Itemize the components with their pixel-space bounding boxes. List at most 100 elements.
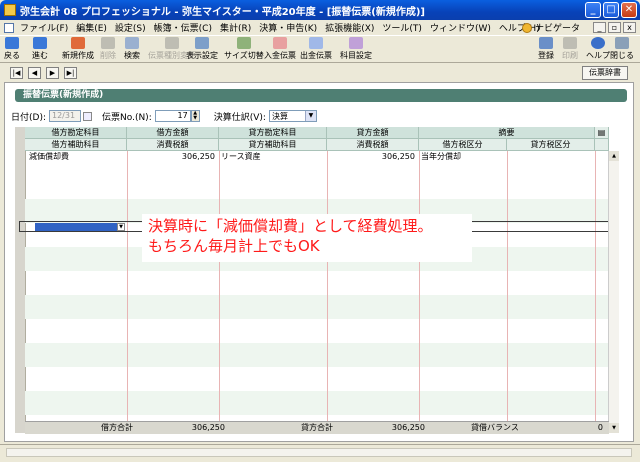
window-controls: _ □ ✕ (585, 2, 637, 18)
col-debit-tax-class: 借方税区分 (419, 139, 507, 151)
menu-window[interactable]: ウィンドウ(W) (426, 21, 495, 34)
display-settings-icon (195, 37, 209, 49)
menu-extensions[interactable]: 拡張機能(X) (321, 21, 378, 34)
menu-books[interactable]: 帳簿・伝票(C) (150, 21, 216, 34)
close-doc-button[interactable]: 閉じる (610, 37, 634, 61)
size-toggle-button[interactable]: サイズ切替 (224, 37, 264, 61)
app-icon (4, 4, 16, 16)
deposit-slip-button[interactable]: 入金伝票 (264, 37, 296, 61)
next-record-button[interactable]: ▶ (46, 67, 59, 79)
col-credit-tax: 消費税額 (327, 139, 419, 151)
maximize-button[interactable]: □ (603, 2, 619, 18)
journal-grid: 借方勘定科目 借方金額 貸方勘定科目 貸方金額 摘要 ▤ 借方補助科目 消費税額… (15, 127, 619, 434)
last-record-button[interactable]: ▶| (64, 67, 77, 79)
menu-edit[interactable]: 編集(E) (72, 21, 111, 34)
child-close-button[interactable]: x (623, 22, 636, 33)
display-settings-button[interactable]: 表示設定 (186, 37, 218, 61)
search-icon (125, 37, 139, 49)
child-minimize-button[interactable]: _ (593, 22, 606, 33)
prev-record-button[interactable]: ◀ (28, 67, 41, 79)
back-arrow-icon (5, 37, 19, 49)
closing-entry-value: 決算 (271, 111, 288, 121)
account-settings-button[interactable]: 科目設定 (340, 37, 372, 61)
delete-button[interactable]: 削除 (100, 37, 116, 61)
toolbar: 戻る 進む 新規作成 削除 検索 伝票種別変更 表示設定 サイズ切替 入金伝票 … (0, 35, 640, 63)
closing-entry-label: 決算仕訳(V): (213, 112, 266, 123)
credit-total-value: 306,250 (391, 423, 425, 432)
document-area: 振替伝票(新規作成) 日付(D): 12/31 伝票No.(N): 17 ▲ ▼ … (4, 82, 634, 442)
credit-amount-cell[interactable]: 306,250 (327, 151, 415, 163)
grid-header-row1: 借方勘定科目 借方金額 貸方勘定科目 貸方金額 摘要 ▤ (25, 127, 609, 139)
debit-amount-cell[interactable]: 306,250 (127, 151, 215, 163)
chevron-down-icon[interactable]: ▼ (117, 223, 125, 231)
date-field[interactable]: 12/31 (49, 110, 81, 122)
register-button[interactable]: 登録 (538, 37, 554, 61)
menu-settings[interactable]: 設定(S) (111, 21, 150, 34)
col-memo: 摘要 (419, 127, 595, 139)
debit-account-cell[interactable]: 減価償却費 (29, 151, 69, 163)
slip-dictionary-button[interactable]: 伝票辞書 (582, 66, 628, 80)
scroll-up-icon[interactable]: ▲ (609, 151, 619, 161)
totals-row: 借方合計 306,250 貸方合計 306,250 貸借バランス 0 (25, 421, 609, 434)
payment-slip-button[interactable]: 出金伝票 (300, 37, 332, 61)
forward-arrow-icon (33, 37, 47, 49)
slip-no-spinner[interactable]: ▲ ▼ (190, 110, 200, 122)
date-label: 日付(D): (11, 112, 46, 123)
document-icon[interactable] (4, 22, 14, 33)
record-navigation: |◀ ◀ ▶ ▶| 伝票辞書 (0, 63, 640, 82)
row-header-column (15, 127, 26, 433)
print-icon (563, 37, 577, 49)
print-button[interactable]: 印刷 (562, 37, 578, 61)
horizontal-scrollbar[interactable] (6, 448, 632, 457)
slip-form-row: 日付(D): 12/31 伝票No.(N): 17 ▲ ▼ 決算仕訳(V): 決算… (11, 109, 317, 123)
active-cell-debit-account[interactable]: ▼ (35, 223, 125, 231)
memo-cell[interactable]: 当年分償却 (421, 151, 461, 163)
payment-slip-icon (309, 37, 323, 49)
credit-account-cell[interactable]: リース資産 (221, 151, 261, 163)
chevron-down-icon: ▼ (304, 111, 316, 121)
slip-no-field[interactable]: 17 (154, 110, 191, 122)
navigator-button[interactable]: ナビゲータ (521, 21, 580, 34)
first-record-button[interactable]: |◀ (10, 67, 23, 79)
menu-totals[interactable]: 集計(R) (216, 21, 255, 34)
credit-total-label: 貸方合計 (301, 423, 333, 432)
minimize-button[interactable]: _ (585, 2, 601, 18)
closing-entry-select[interactable]: 決算 ▼ (268, 110, 317, 122)
menu-tools[interactable]: ツール(T) (378, 21, 426, 34)
col-debit-amount: 借方金額 (127, 127, 219, 139)
window-title: 弥生会計 08 プロフェッショナル - 弥生マイスター・平成20年度 - [振替… (20, 6, 426, 18)
balance-label: 貸借バランス (471, 423, 519, 432)
annotation-line2: もちろん毎月計上でもOK (148, 237, 320, 255)
menu-file[interactable]: ファイル(F) (16, 21, 72, 34)
slip-type-icon (165, 37, 179, 49)
help-button[interactable]: ヘルプ (586, 37, 610, 61)
size-toggle-icon (236, 37, 251, 49)
close-button[interactable]: ✕ (621, 2, 637, 18)
deposit-slip-icon (273, 37, 287, 49)
col-credit-sub: 貸方補助科目 (219, 139, 327, 151)
slip-no-label: 伝票No.(N): (102, 112, 152, 123)
forward-button[interactable]: 進む (32, 37, 48, 61)
col-debit-account: 借方勘定科目 (25, 127, 127, 139)
memo-dictionary-icon[interactable]: ▤ (595, 127, 609, 139)
vertical-scrollbar[interactable]: ▲ ▼ (608, 151, 619, 433)
back-button[interactable]: 戻る (4, 37, 20, 61)
page-title: 振替伝票(新規作成) (15, 89, 627, 102)
debit-total-value: 306,250 (191, 423, 225, 432)
child-window-controls: _ ▫ x (593, 22, 636, 33)
balance-value: 0 (597, 423, 603, 432)
child-restore-button[interactable]: ▫ (608, 22, 621, 33)
new-doc-icon (71, 37, 85, 49)
debit-total-label: 借方合計 (101, 423, 133, 432)
annotation-note: 決算時に「減価償却費」として経費処理。 もちろん毎月計上でもOK (142, 214, 472, 262)
new-button[interactable]: 新規作成 (62, 37, 94, 61)
menu-closing[interactable]: 決算・申告(K) (255, 21, 321, 34)
register-icon (539, 37, 553, 49)
calendar-icon[interactable] (83, 111, 92, 121)
scroll-down-icon[interactable]: ▼ (609, 423, 619, 433)
annotation-line1: 決算時に「減価償却費」として経費処理。 (148, 217, 433, 235)
title-bar: 弥生会計 08 プロフェッショナル - 弥生マイスター・平成20年度 - [振替… (0, 0, 640, 20)
search-button[interactable]: 検索 (124, 37, 140, 61)
close-doc-icon (615, 37, 629, 49)
col-credit-amount: 貸方金額 (327, 127, 419, 139)
